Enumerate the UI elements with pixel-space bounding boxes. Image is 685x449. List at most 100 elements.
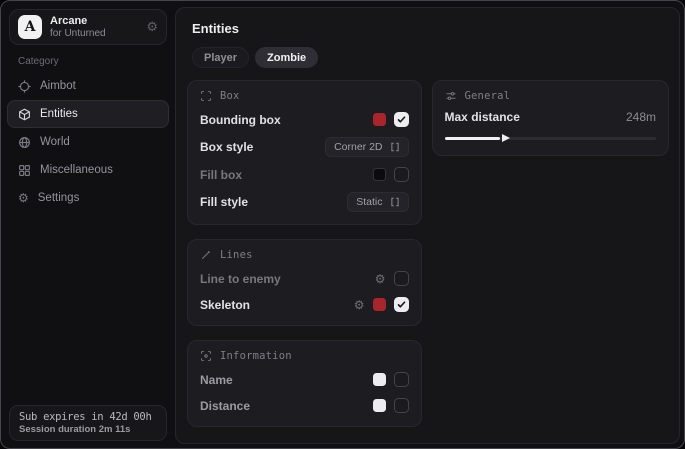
category-label: Category bbox=[18, 56, 59, 67]
sidebar-item-label: Aimbot bbox=[40, 80, 76, 92]
setting-label: Name bbox=[200, 373, 233, 387]
entity-tabs: Player Zombie bbox=[192, 47, 318, 68]
tab-player[interactable]: Player bbox=[192, 47, 249, 68]
settings-columns: Box Bounding box Box style bbox=[187, 80, 669, 427]
setting-label: Skeleton bbox=[200, 298, 250, 312]
color-swatch[interactable] bbox=[373, 298, 386, 311]
sidebar-nav: Aimbot Entities World bbox=[7, 72, 169, 212]
setting-label: Bounding box bbox=[200, 113, 281, 127]
max-distance-value: 248m bbox=[626, 110, 656, 124]
sidebar-item-settings[interactable]: ⚙ Settings bbox=[7, 184, 169, 212]
setting-row-box-style: Box style Corner 2D bbox=[200, 137, 409, 157]
slider-fill bbox=[445, 137, 500, 140]
information-card: Information Name Distance bbox=[187, 340, 422, 427]
slider-track[interactable] bbox=[445, 137, 656, 140]
color-swatch[interactable] bbox=[373, 113, 386, 126]
fill-style-dropdown[interactable]: Static bbox=[347, 192, 408, 212]
scan-icon bbox=[200, 350, 212, 362]
cube-icon bbox=[18, 108, 31, 121]
grid-icon bbox=[18, 164, 31, 177]
box-card: Box Bounding box Box style bbox=[187, 80, 422, 225]
check-icon bbox=[397, 115, 406, 124]
lines-card: Lines Line to enemy ⚙ Skeleton ⚙ bbox=[187, 239, 422, 326]
subscription-status-card: Sub expires in 42d 00h Session duration … bbox=[9, 405, 167, 441]
setting-label: Fill style bbox=[200, 195, 248, 209]
setting-row-distance: Distance bbox=[200, 397, 409, 414]
crosshair-icon bbox=[18, 80, 31, 93]
checkbox-distance[interactable] bbox=[394, 398, 409, 413]
setting-label: Distance bbox=[200, 399, 250, 413]
sub-expiry-text: Sub expires in 42d 00h bbox=[19, 411, 157, 423]
app-subtitle: for Unturned bbox=[50, 28, 138, 40]
setting-label: Line to enemy bbox=[200, 272, 281, 286]
color-swatch[interactable] bbox=[373, 168, 386, 181]
tab-label: Zombie bbox=[267, 52, 306, 64]
brand-card: A Arcane for Unturned ⚙ bbox=[9, 9, 167, 45]
sidebar-item-miscellaneous[interactable]: Miscellaneous bbox=[7, 156, 169, 184]
page-title: Entities bbox=[192, 21, 239, 36]
row-controls bbox=[373, 167, 409, 182]
setting-label: Fill box bbox=[200, 168, 242, 182]
brand-text: Arcane for Unturned bbox=[50, 15, 138, 39]
sidebar-item-label: Entities bbox=[40, 108, 78, 120]
checkbox-skeleton[interactable] bbox=[394, 297, 409, 312]
line-icon bbox=[200, 249, 212, 261]
row-controls bbox=[373, 112, 409, 127]
checkbox-bounding-box[interactable] bbox=[394, 112, 409, 127]
check-icon bbox=[397, 300, 406, 309]
brackets-icon bbox=[390, 142, 400, 152]
sidebar-item-label: Settings bbox=[38, 192, 80, 204]
setting-row-max-distance: Max distance 248m bbox=[445, 110, 656, 124]
setting-row-line-to-enemy: Line to enemy ⚙ bbox=[200, 270, 409, 287]
app-title: Arcane bbox=[50, 15, 138, 28]
color-swatch[interactable] bbox=[373, 399, 386, 412]
session-duration-text: Session duration 2m 11s bbox=[19, 424, 157, 435]
gear-icon[interactable]: ⚙ bbox=[146, 21, 158, 34]
card-header: Lines bbox=[200, 249, 409, 261]
gear-icon: ⚙ bbox=[18, 192, 29, 204]
app-window: A Arcane for Unturned ⚙ Category Aimbot bbox=[0, 0, 685, 449]
sidebar-item-aimbot[interactable]: Aimbot bbox=[7, 72, 169, 100]
dropdown-value: Corner 2D bbox=[334, 141, 382, 153]
card-title: Lines bbox=[220, 249, 253, 261]
card-header: Box bbox=[200, 90, 409, 102]
sidebar-item-label: World bbox=[40, 136, 70, 148]
sidebar-item-world[interactable]: World bbox=[7, 128, 169, 156]
cursor-arrow-icon[interactable] bbox=[502, 134, 510, 142]
row-controls bbox=[373, 398, 409, 413]
card-title: Box bbox=[220, 90, 240, 102]
checkbox-name[interactable] bbox=[394, 372, 409, 387]
sidebar-item-label: Miscellaneous bbox=[40, 164, 113, 176]
sliders-icon bbox=[445, 90, 457, 102]
brackets-icon bbox=[390, 197, 400, 207]
row-controls bbox=[373, 372, 409, 387]
tab-zombie[interactable]: Zombie bbox=[255, 47, 318, 68]
setting-label: Box style bbox=[200, 140, 253, 154]
card-header: Information bbox=[200, 350, 409, 362]
setting-row-fill-style: Fill style Static bbox=[200, 192, 409, 212]
row-controls: ⚙ bbox=[354, 297, 409, 312]
setting-row-bounding-box: Bounding box bbox=[200, 111, 409, 128]
setting-row-name: Name bbox=[200, 371, 409, 388]
sidebar-item-entities[interactable]: Entities bbox=[7, 100, 169, 128]
box-style-dropdown[interactable]: Corner 2D bbox=[325, 137, 408, 157]
row-controls: ⚙ bbox=[375, 271, 409, 286]
checkbox-fill-box[interactable] bbox=[394, 167, 409, 182]
gear-icon[interactable]: ⚙ bbox=[375, 273, 386, 285]
gear-icon[interactable]: ⚙ bbox=[354, 299, 365, 311]
right-column: General Max distance 248m bbox=[432, 80, 669, 156]
card-title: Information bbox=[220, 350, 292, 362]
app-logo-letter: A bbox=[25, 19, 36, 35]
dropdown-value: Static bbox=[356, 196, 382, 208]
max-distance-slider[interactable] bbox=[445, 133, 656, 143]
card-header: General bbox=[445, 90, 656, 102]
left-column: Box Bounding box Box style bbox=[187, 80, 422, 427]
setting-label: Max distance bbox=[445, 110, 520, 124]
general-card: General Max distance 248m bbox=[432, 80, 669, 156]
setting-row-fill-box: Fill box bbox=[200, 166, 409, 183]
card-title: General bbox=[465, 90, 511, 102]
globe-icon bbox=[18, 136, 31, 149]
checkbox-line-to-enemy[interactable] bbox=[394, 271, 409, 286]
sidebar: A Arcane for Unturned ⚙ Category Aimbot bbox=[1, 1, 175, 448]
color-swatch[interactable] bbox=[373, 373, 386, 386]
